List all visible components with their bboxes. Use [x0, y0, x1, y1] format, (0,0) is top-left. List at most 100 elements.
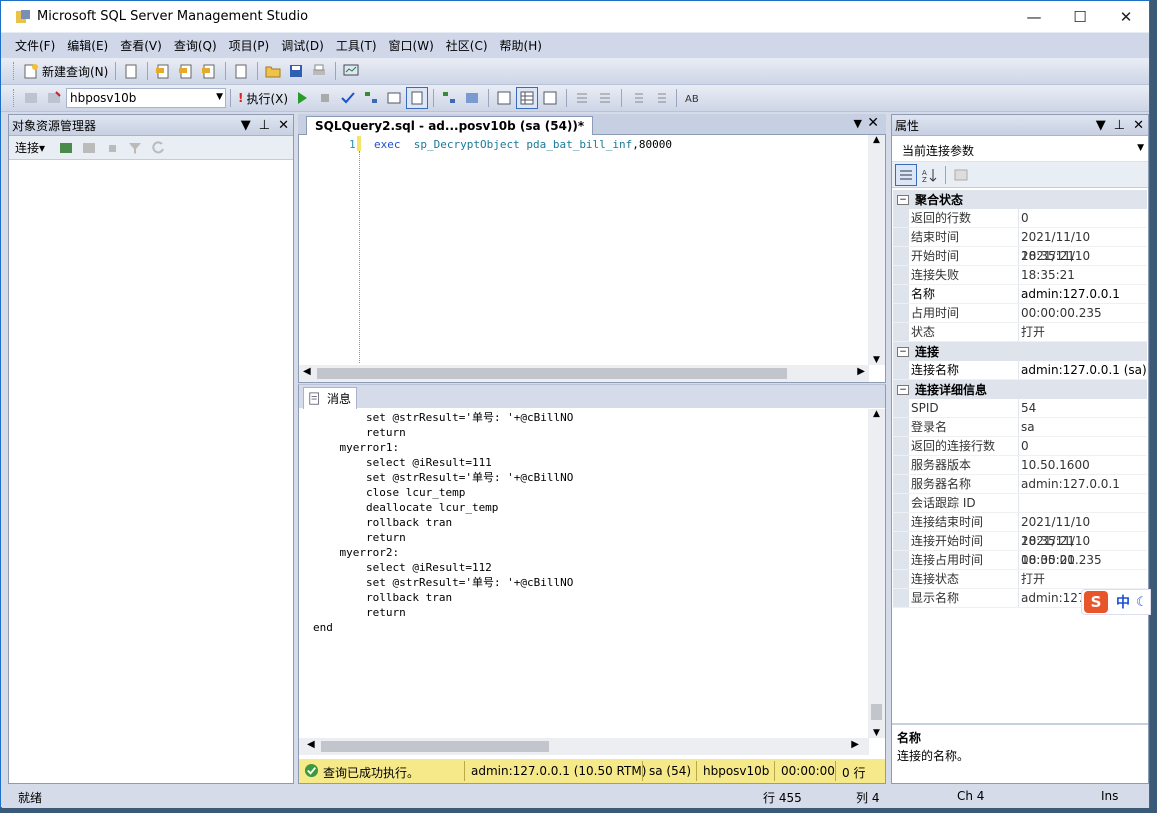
property-row[interactable]: 返回的连接行数 0	[893, 437, 1147, 456]
code-line[interactable]: exec sp_DecryptObject pda_bat_bill_inf,8…	[374, 137, 672, 152]
pin-icon[interactable]: ⊥	[1114, 118, 1125, 133]
change-connection-icon[interactable]	[43, 87, 65, 109]
results-to-icon[interactable]	[406, 87, 429, 109]
print-icon[interactable]	[308, 60, 330, 82]
property-row[interactable]: 连接开始时间 2021/11/10 18:35:21	[893, 532, 1147, 567]
xmla-query-icon[interactable]	[198, 60, 220, 82]
property-category[interactable]: − 聚合状态	[893, 190, 1147, 209]
menu-file[interactable]: 文件(F)	[15, 37, 55, 54]
dmx-query-icon[interactable]	[175, 60, 197, 82]
property-row[interactable]: 连接占用时间 00:00:00.235	[893, 551, 1147, 570]
ime-language[interactable]: 中	[1116, 592, 1130, 612]
messages-vscrollbar[interactable]: ▲ ▼	[868, 409, 885, 738]
messages-hscrollbar[interactable]: ◀ ▶	[299, 738, 869, 755]
scroll-right-icon[interactable]: ▶	[851, 739, 859, 750]
property-row[interactable]: 登录名 sa	[893, 418, 1147, 437]
properties-object-selector[interactable]: 当前连接参数 ▼	[892, 136, 1148, 162]
moon-icon[interactable]: ☾	[1136, 595, 1148, 610]
property-row[interactable]: 返回的行数 0	[893, 209, 1147, 228]
open-folder-icon[interactable]	[262, 60, 284, 82]
scroll-up-icon[interactable]: ▲	[868, 409, 885, 419]
property-row[interactable]: 连接状态 打开	[893, 570, 1147, 589]
alphabetical-icon[interactable]: AZ	[918, 164, 940, 186]
query-editor[interactable]: 1 exec sp_DecryptObject pda_bat_bill_inf…	[298, 135, 886, 383]
menu-help[interactable]: 帮助(H)	[500, 37, 542, 54]
menu-debug[interactable]: 调试(D)	[281, 37, 324, 54]
connect-icon[interactable]	[20, 87, 42, 109]
menu-query[interactable]: 查询(Q)	[174, 37, 217, 54]
editor-vscrollbar[interactable]: ▲ ▼	[868, 135, 885, 365]
editor-hscroll-thumb[interactable]	[317, 368, 787, 379]
activity-monitor-icon[interactable]	[340, 60, 362, 82]
property-row[interactable]: 服务器版本 10.50.1600	[893, 456, 1147, 475]
property-row[interactable]: 会话跟踪 ID	[893, 494, 1147, 513]
tab-sqlquery2[interactable]: SQLQuery2.sql - ad...posv10b (sa (54))*	[306, 116, 594, 136]
property-row[interactable]: 占用时间 00:00:00.235	[893, 304, 1147, 323]
scroll-up-icon[interactable]: ▲	[868, 135, 885, 145]
property-row[interactable]: 名称 admin:127.0.0.1	[893, 285, 1147, 304]
property-row[interactable]: 服务器名称 admin:127.0.0.1	[893, 475, 1147, 494]
menu-view[interactable]: 查看(V)	[120, 37, 162, 54]
new-query-button[interactable]: 新建查询(N)	[20, 60, 111, 82]
decrease-indent-icon[interactable]	[626, 87, 648, 109]
uncomment-icon[interactable]	[594, 87, 616, 109]
menu-edit[interactable]: 编辑(E)	[67, 37, 108, 54]
menu-tools[interactable]: 工具(T)	[336, 37, 377, 54]
pin-icon[interactable]: ⊥	[259, 118, 270, 133]
close-button[interactable]: ✕	[1103, 1, 1149, 32]
menu-window[interactable]: 窗口(W)	[389, 37, 434, 54]
property-row[interactable]: SPID 54	[893, 399, 1147, 418]
maximize-button[interactable]: ☐	[1057, 1, 1103, 32]
specify-values-icon[interactable]: AB	[681, 87, 703, 109]
results-file-icon[interactable]	[539, 87, 561, 109]
messages-vscroll-thumb[interactable]	[871, 704, 882, 720]
debug-play-icon[interactable]	[291, 87, 313, 109]
sqlce-query-icon[interactable]	[230, 60, 252, 82]
database-selector[interactable]: hbposv10b ▼	[66, 88, 226, 108]
close-icon[interactable]: ✕	[278, 118, 289, 133]
comment-icon[interactable]	[571, 87, 593, 109]
property-row[interactable]: 开始时间 2021/11/10 18:35:21	[893, 247, 1147, 282]
property-row[interactable]: 结束时间 2021/11/10 18:35:21	[893, 228, 1147, 263]
property-row[interactable]: 状态 打开	[893, 323, 1147, 342]
property-row[interactable]: 连接结束时间 2021/11/10 18:35:21	[893, 513, 1147, 548]
property-category[interactable]: − 连接	[893, 342, 1147, 361]
property-row[interactable]: 连接名称 admin:127.0.0.1 (sa)	[893, 361, 1147, 380]
tab-messages[interactable]: 消息	[303, 387, 357, 409]
increase-indent-icon[interactable]	[649, 87, 671, 109]
new-file-icon[interactable]	[120, 60, 142, 82]
scroll-down-icon[interactable]: ▼	[868, 355, 885, 365]
menu-community[interactable]: 社区(C)	[446, 37, 488, 54]
mdx-query-icon[interactable]	[152, 60, 174, 82]
save-icon[interactable]	[285, 60, 307, 82]
execute-button[interactable]: ! 执行(X)	[235, 87, 291, 109]
scroll-down-icon[interactable]: ▼	[868, 728, 885, 738]
collapse-icon[interactable]: −	[897, 346, 909, 357]
display-plan-icon[interactable]	[360, 87, 382, 109]
include-plan-icon[interactable]	[438, 87, 460, 109]
close-tab-icon[interactable]: ✕	[867, 115, 879, 131]
query-designer-icon[interactable]	[383, 87, 405, 109]
results-grid-icon[interactable]	[516, 87, 539, 109]
scroll-left-icon[interactable]: ◀	[307, 739, 315, 750]
connect-dropdown[interactable]: 连接▾	[15, 139, 45, 156]
connect-server-icon[interactable]	[55, 137, 77, 159]
categorized-icon[interactable]	[895, 163, 917, 186]
minimize-button[interactable]: —	[1011, 1, 1057, 32]
scroll-right-icon[interactable]: ▶	[857, 366, 865, 377]
tab-list-icon[interactable]: ▼	[854, 117, 862, 130]
property-row[interactable]: 连接失败	[893, 266, 1147, 285]
collapse-icon[interactable]: −	[897, 194, 909, 205]
client-stats-icon[interactable]	[461, 87, 483, 109]
ime-toolbar[interactable]: S 中 ☾	[1081, 589, 1151, 615]
dropdown-icon[interactable]: ▼	[1096, 118, 1106, 133]
parse-check-icon[interactable]	[337, 87, 359, 109]
property-category[interactable]: − 连接详细信息	[893, 380, 1147, 399]
editor-hscrollbar[interactable]: ◀ ▶	[299, 365, 869, 382]
stop-icon[interactable]	[314, 87, 336, 109]
dropdown-icon[interactable]: ▼	[241, 118, 251, 133]
menu-project[interactable]: 项目(P)	[229, 37, 270, 54]
collapse-icon[interactable]: −	[897, 384, 909, 395]
close-icon[interactable]: ✕	[1133, 118, 1144, 133]
scroll-left-icon[interactable]: ◀	[303, 366, 311, 377]
